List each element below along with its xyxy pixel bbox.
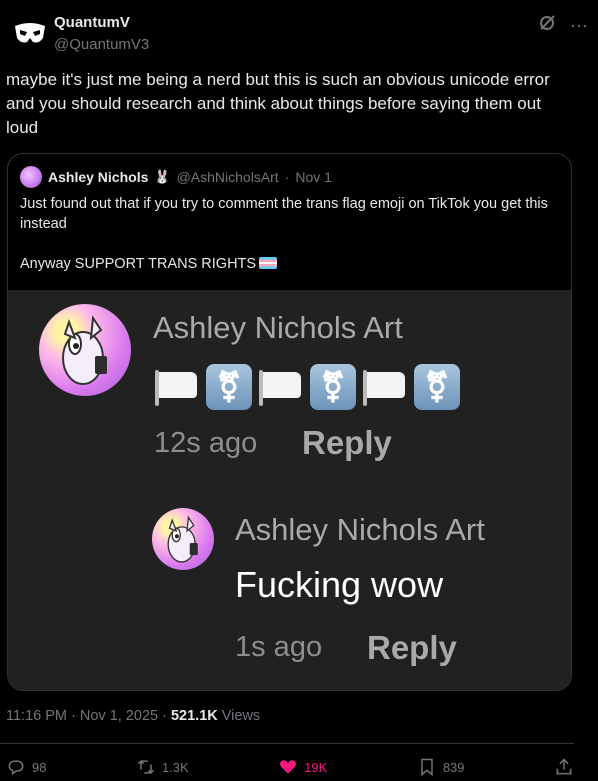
comment1-time: 12s ago (154, 427, 258, 459)
repost-icon (137, 760, 154, 774)
mask-logo-icon (15, 23, 45, 43)
quote-date: Nov 1 (295, 169, 332, 185)
reply-button[interactable]: 98 (6, 757, 46, 777)
white-flag-icon (363, 368, 407, 406)
more-options-icon[interactable]: ··· (570, 16, 588, 34)
divider (0, 743, 574, 744)
comment2-avatar (152, 508, 214, 570)
share-button[interactable] (554, 757, 574, 777)
comment1-reply: Reply (302, 424, 392, 461)
tweet-time[interactable]: 11:16 PM · Nov 1, 2025 (6, 708, 158, 724)
white-flag-icon (155, 368, 199, 406)
quote-author-name: Ashley Nichols (48, 169, 149, 185)
transgender-symbol-icon: ⚧ (414, 364, 460, 410)
views-count: 521.1K (170, 708, 218, 724)
quote-avatar[interactable] (20, 166, 42, 188)
transgender-symbol-icon: ⚧ (206, 364, 252, 410)
grok-icon[interactable] (538, 14, 556, 35)
bookmark-icon (421, 758, 433, 777)
quote-line-1: Just found out that if you try to commen… (20, 196, 548, 232)
repost-count: 1.3K (161, 759, 189, 775)
reply-icon (8, 760, 24, 776)
share-icon (556, 758, 572, 775)
quote-text: Just found out that if you try to commen… (20, 194, 560, 274)
meta-dot: · (162, 708, 171, 724)
heart-icon (280, 760, 297, 774)
bunny-emoji-icon: 🐰 (154, 169, 171, 184)
transgender-symbol-icon: ⚧ (310, 364, 356, 410)
author-avatar[interactable] (10, 14, 50, 54)
author-name[interactable]: QuantumV (54, 14, 130, 31)
tweet-header: QuantumV @QuantumV3 ··· (10, 10, 588, 56)
quote-dot: · (284, 169, 290, 185)
comment1-name: Ashley Nichols Art (153, 310, 403, 345)
repost-button[interactable]: 1.3K (136, 757, 189, 777)
bookmark-count: 839 (442, 759, 465, 775)
quote-author-handle: @AshNicholsArt (176, 169, 279, 185)
comment2-name: Ashley Nichols Art (235, 512, 485, 547)
comment2-text: Fucking wow (235, 564, 444, 605)
quote-line-2-wrap: Anyway SUPPORT TRANS RIGHTS (20, 254, 560, 274)
action-bar: 98 1.3K 19K 839 (6, 755, 574, 779)
comment1-emoji-row: ⚧ ⚧ ⚧ (155, 364, 460, 410)
white-flag-icon (259, 368, 303, 406)
comment2-reply: Reply (367, 629, 457, 666)
views-label: Views (221, 708, 261, 724)
tweet-meta: 11:16 PM · Nov 1, 2025 · 521.1K Views (6, 708, 260, 724)
quoted-tweet[interactable]: Ashley Nichols 🐰 @AshNicholsArt · Nov 1 … (7, 153, 572, 691)
bookmark-button[interactable]: 839 (417, 757, 465, 777)
quote-line-2: Anyway SUPPORT TRANS RIGHTS (20, 256, 257, 272)
trans-flag-emoji-icon (259, 257, 278, 269)
author-handle[interactable]: @QuantumV3 (54, 36, 149, 53)
like-button[interactable]: 19K (278, 757, 327, 777)
like-count: 19K (304, 759, 328, 775)
comment2-time: 1s ago (235, 631, 323, 663)
comment1-avatar (39, 304, 131, 396)
reply-count: 98 (32, 759, 47, 775)
quote-media-image[interactable]: Ashley Nichols Art ⚧ ⚧ ⚧ 12s ago Reply A… (8, 290, 571, 690)
tweet-text: maybe it's just me being a nerd but this… (6, 70, 550, 137)
